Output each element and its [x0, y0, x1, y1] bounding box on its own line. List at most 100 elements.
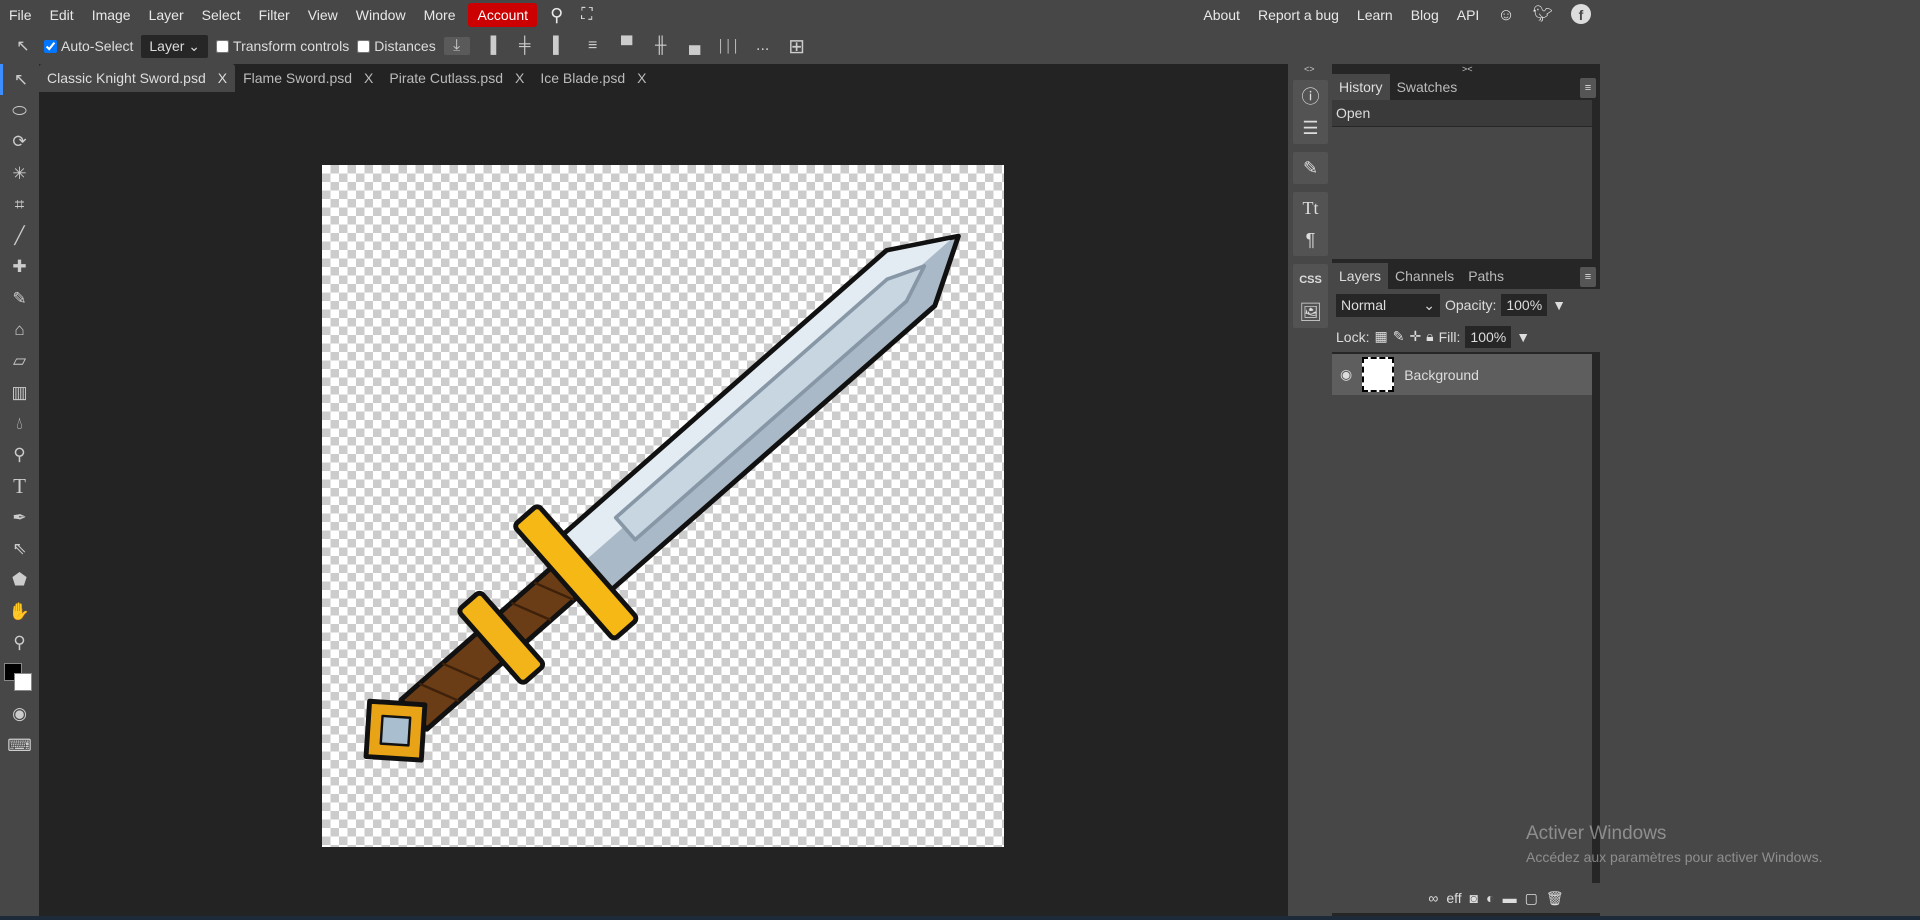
- magic-wand-tool-icon[interactable]: ✳: [0, 158, 39, 189]
- menu-image[interactable]: Image: [83, 0, 140, 30]
- link-report-bug[interactable]: Report a bug: [1249, 0, 1348, 30]
- dodge-tool-icon[interactable]: ⚲: [0, 440, 39, 471]
- close-icon[interactable]: X: [364, 70, 373, 86]
- distribute-v-icon[interactable]: ≡: [580, 37, 606, 55]
- tab-layers[interactable]: Layers: [1332, 263, 1389, 289]
- eyedropper-tool-icon[interactable]: ╱: [0, 220, 39, 251]
- blend-mode-select[interactable]: Normal ⌄: [1336, 293, 1440, 317]
- link-blog[interactable]: Blog: [1402, 0, 1448, 30]
- menu-layer[interactable]: Layer: [140, 0, 193, 30]
- character-icon[interactable]: Tt: [1293, 192, 1328, 224]
- tab-flame-sword[interactable]: Flame Sword.psd X: [235, 64, 381, 92]
- align-middle-icon[interactable]: ╫: [648, 37, 674, 55]
- effects-icon[interactable]: eff: [1446, 890, 1461, 906]
- panel-menu-icon[interactable]: ≡: [1580, 78, 1596, 98]
- path-select-tool-icon[interactable]: ⇖: [0, 533, 39, 564]
- align-top-icon[interactable]: ▀: [614, 37, 640, 55]
- fill-input[interactable]: 100%: [1465, 325, 1512, 348]
- link-about[interactable]: About: [1194, 0, 1249, 30]
- reddit-icon[interactable]: ☺: [1488, 0, 1523, 30]
- info-icon[interactable]: ⓘ: [1293, 80, 1328, 112]
- tab-classic-knight-sword[interactable]: Classic Knight Sword.psd X: [39, 64, 236, 92]
- hand-tool-icon[interactable]: ✋: [0, 596, 39, 627]
- opacity-dropdown-icon[interactable]: ▼: [1552, 297, 1566, 313]
- lock-paint-icon[interactable]: ✎: [1393, 328, 1405, 345]
- download-icon[interactable]: ⤓: [443, 37, 470, 55]
- link-layers-icon[interactable]: ∞: [1428, 890, 1438, 906]
- paragraph-icon[interactable]: ¶: [1293, 224, 1328, 256]
- lock-transparency-icon[interactable]: ▦: [1374, 328, 1387, 345]
- fill-dropdown-icon[interactable]: ▼: [1516, 329, 1530, 345]
- menu-more[interactable]: More: [415, 0, 465, 30]
- close-icon[interactable]: X: [218, 70, 227, 86]
- link-learn[interactable]: Learn: [1348, 0, 1402, 30]
- lock-all-icon[interactable]: 🔒︎: [1426, 328, 1433, 345]
- collapse-panels-icon[interactable]: ><: [1332, 64, 1600, 74]
- background-color[interactable]: [14, 672, 32, 691]
- fullscreen-icon[interactable]: ⛶: [572, 0, 601, 30]
- tab-ice-blade[interactable]: Ice Blade.psd X: [532, 64, 654, 92]
- eraser-tool-icon[interactable]: ▱: [0, 346, 39, 377]
- clone-stamp-tool-icon[interactable]: ⌂: [0, 314, 39, 345]
- align-center-h-icon[interactable]: ╪: [512, 37, 538, 55]
- menu-edit[interactable]: Edit: [41, 0, 83, 30]
- twitter-icon[interactable]: 🐦︎: [1524, 0, 1562, 30]
- more-options-button[interactable]: ...: [750, 37, 776, 55]
- delete-layer-icon[interactable]: 🗑︎: [1546, 890, 1564, 907]
- healing-brush-tool-icon[interactable]: ✚: [0, 252, 39, 283]
- color-swatches[interactable]: [0, 659, 39, 699]
- pen-tool-icon[interactable]: ✒: [0, 502, 39, 533]
- grid-icon[interactable]: ⊞: [784, 34, 810, 59]
- distances-checkbox[interactable]: Distances: [357, 38, 436, 54]
- align-bottom-icon[interactable]: ▄: [682, 37, 708, 55]
- quick-mask-icon[interactable]: ◉: [0, 699, 39, 730]
- align-right-icon[interactable]: ▌: [546, 37, 572, 55]
- tab-paths[interactable]: Paths: [1461, 263, 1511, 289]
- menu-filter[interactable]: Filter: [250, 0, 299, 30]
- menu-select[interactable]: Select: [193, 0, 250, 30]
- move-tool-icon[interactable]: ↖: [0, 64, 39, 96]
- history-item[interactable]: Open: [1332, 100, 1592, 127]
- brush-settings-icon[interactable]: ✎: [1293, 152, 1328, 184]
- facebook-icon[interactable]: f: [1562, 0, 1600, 30]
- account-button[interactable]: Account: [468, 3, 538, 27]
- css-icon[interactable]: CSS: [1293, 264, 1328, 296]
- menu-file[interactable]: File: [0, 0, 41, 30]
- zoom-tool-icon[interactable]: ⚲: [0, 627, 39, 658]
- gradient-tool-icon[interactable]: ▥: [0, 377, 39, 408]
- type-tool-icon[interactable]: T: [0, 471, 39, 502]
- add-mask-icon[interactable]: ◙: [1470, 890, 1478, 906]
- transform-controls-checkbox[interactable]: Transform controls: [216, 38, 349, 54]
- search-icon[interactable]: ⚲: [541, 0, 572, 30]
- new-layer-icon[interactable]: ▢: [1525, 890, 1538, 907]
- tab-history[interactable]: History: [1332, 74, 1390, 100]
- blur-tool-icon[interactable]: 💧︎: [0, 408, 39, 439]
- shape-tool-icon[interactable]: ⬟: [0, 565, 39, 596]
- menu-window[interactable]: Window: [347, 0, 415, 30]
- eye-icon[interactable]: ◉: [1340, 366, 1352, 383]
- lock-move-icon[interactable]: ✛: [1409, 328, 1421, 345]
- auto-select-checkbox[interactable]: Auto-Select: [44, 38, 133, 54]
- document-canvas[interactable]: [322, 165, 1004, 847]
- tab-channels[interactable]: Channels: [1388, 263, 1461, 289]
- layer-select[interactable]: Layer ⌄: [141, 34, 209, 58]
- lasso-tool-icon[interactable]: ⟳: [0, 127, 39, 158]
- close-icon[interactable]: X: [515, 70, 524, 86]
- layer-row[interactable]: ◉ Background: [1332, 354, 1592, 395]
- new-group-icon[interactable]: ▬: [1503, 890, 1517, 906]
- adjustments-icon[interactable]: ☰: [1293, 112, 1328, 144]
- menu-view[interactable]: View: [299, 0, 347, 30]
- tab-pirate-cutlass[interactable]: Pirate Cutlass.psd X: [381, 64, 532, 92]
- panel-menu-icon[interactable]: ≡: [1580, 267, 1596, 287]
- close-icon[interactable]: X: [637, 70, 646, 86]
- collapse-icon[interactable]: <>: [1288, 64, 1332, 74]
- image-icon[interactable]: 🖼︎: [1293, 296, 1328, 328]
- distribute-h-icon[interactable]: │││: [716, 39, 742, 53]
- brush-tool-icon[interactable]: ✎: [0, 283, 39, 314]
- align-left-icon[interactable]: ▐: [478, 37, 504, 55]
- link-api[interactable]: API: [1448, 0, 1489, 30]
- opacity-input[interactable]: 100%: [1501, 294, 1548, 316]
- keyboard-icon[interactable]: ⌨: [0, 730, 39, 761]
- adjustment-layer-icon[interactable]: ◐: [1486, 890, 1494, 906]
- marquee-tool-icon[interactable]: ⬭: [0, 95, 39, 126]
